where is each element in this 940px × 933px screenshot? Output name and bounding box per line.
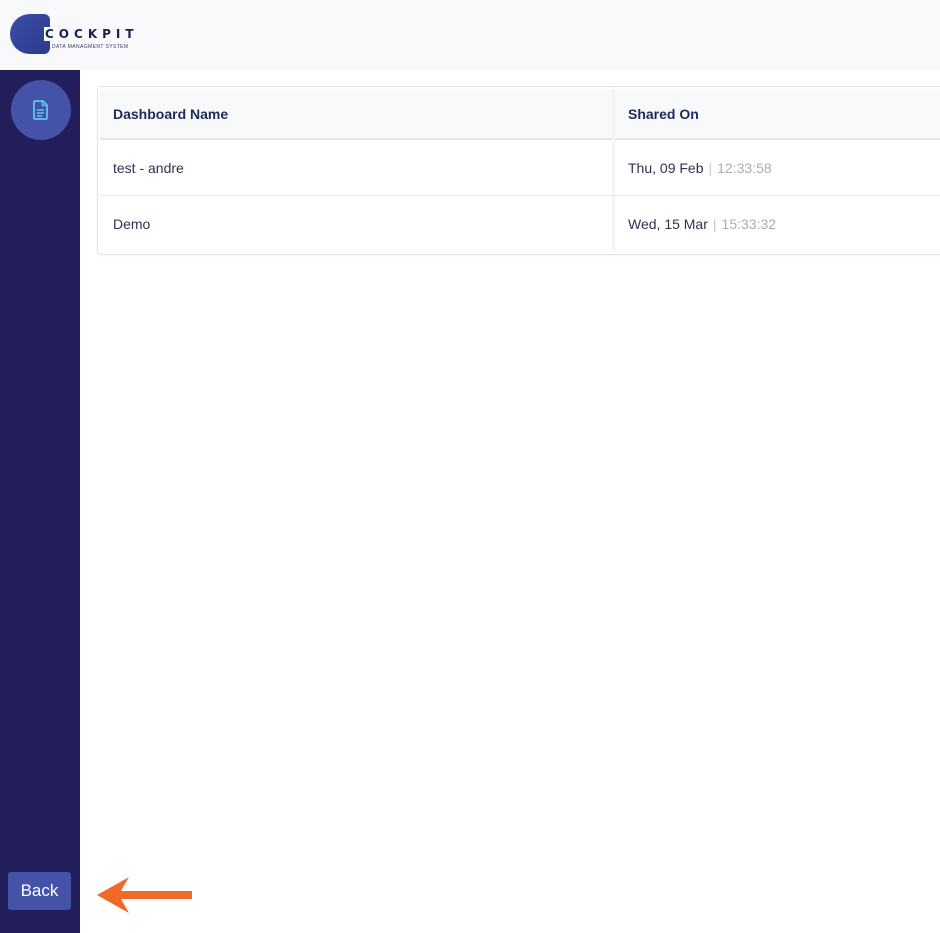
shared-date: Wed, 15 Mar [628, 215, 708, 232]
date-time-separator: | [712, 215, 717, 232]
annotation-arrow-icon [97, 877, 192, 913]
date-time-separator: | [708, 159, 713, 176]
dashboard-name-cell: Demo [113, 215, 151, 232]
shared-time: 15:33:32 [721, 215, 777, 232]
logo-title: COCKPIT [44, 27, 139, 41]
column-header-dashboard-name[interactable]: Dashboard Name [113, 89, 228, 138]
shared-time: 12:33:58 [717, 159, 772, 176]
shared-on-cell: Wed, 15 Mar | 15:33:32 [628, 196, 776, 251]
app-root: COCKPIT DATA MANAGMENT SYSTEM Back Dashb… [0, 0, 940, 933]
back-button[interactable]: Back [8, 872, 71, 910]
shared-date: Thu, 09 Feb [628, 159, 704, 176]
logo-subtitle: DATA MANAGMENT SYSTEM [52, 44, 129, 50]
table-row[interactable]: Demo Wed, 15 Mar | 15:33:32 [100, 196, 940, 252]
sidebar-item-dashboards[interactable] [11, 80, 71, 140]
top-header: COCKPIT DATA MANAGMENT SYSTEM [0, 0, 940, 70]
table-row[interactable]: test - andre Thu, 09 Feb | 12:33:58 [100, 140, 940, 196]
document-icon [33, 100, 48, 120]
shared-on-cell: Thu, 09 Feb | 12:33:58 [628, 140, 772, 195]
column-header-shared-on[interactable]: Shared On [628, 89, 699, 138]
sidebar: Back [0, 70, 80, 933]
cockpit-logo[interactable]: COCKPIT DATA MANAGMENT SYSTEM [10, 14, 140, 56]
dashboard-name-cell: test - andre [113, 159, 184, 176]
shared-dashboards-table: Dashboard Name Shared On test - andre Th… [97, 86, 940, 255]
table-header: Dashboard Name Shared On [100, 89, 940, 140]
